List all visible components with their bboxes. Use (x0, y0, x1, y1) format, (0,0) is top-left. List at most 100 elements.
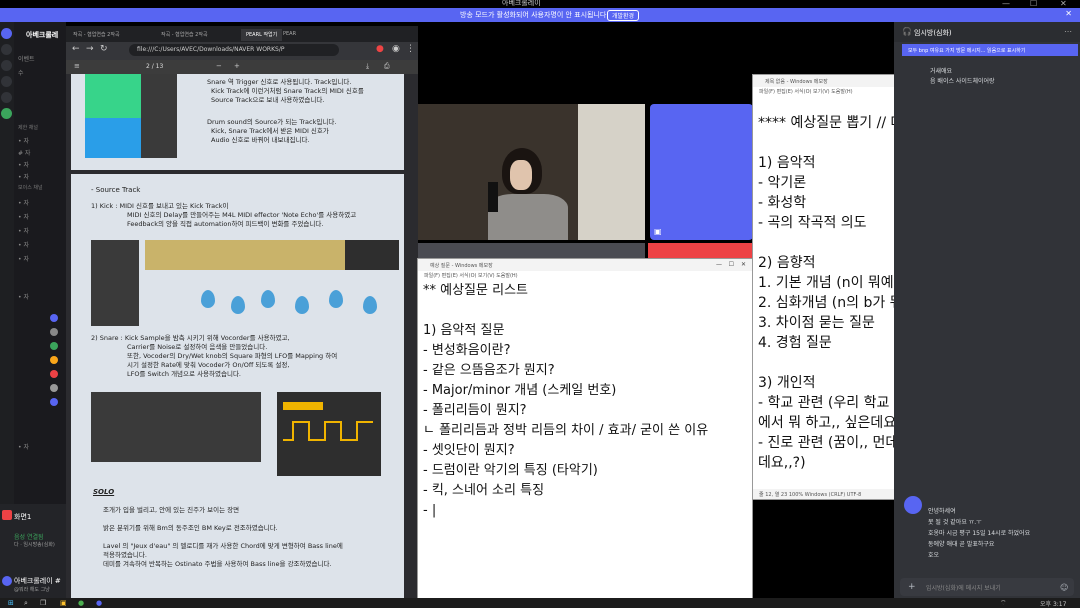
screen-share-icon[interactable] (2, 510, 12, 520)
server-icon[interactable] (1, 76, 12, 87)
body-text: 2) Snare : Kick Sample을 밤측 시키기 위해 Vocord… (91, 334, 290, 342)
reload-icon[interactable]: ↻ (100, 44, 108, 54)
chat-message: 동에양 애대 곧 발표하구요 (928, 541, 995, 548)
zoom-out-icon[interactable]: − (216, 62, 222, 70)
task-view-icon[interactable]: ❐ (40, 599, 46, 607)
user-avatar[interactable] (50, 384, 58, 392)
clock[interactable]: 오후 3:17 (1040, 599, 1066, 608)
maximize-button[interactable]: ☐ (729, 261, 734, 268)
search-icon[interactable]: ⌕ (24, 599, 28, 608)
message-input[interactable]: 임시방(심화)에 메시지 보내기 (900, 578, 1074, 596)
section-heading: - Source Track (91, 186, 141, 194)
channel-item[interactable]: • 자 (18, 442, 29, 451)
url-field[interactable]: file:///C:/Users/AVEC/Downloads/NAVER WO… (129, 44, 339, 56)
body-text: 밝은 분위기를 위해 Bm의 동주조인 BM Key로 전조하였습니다. (103, 524, 278, 532)
user-avatar[interactable] (50, 314, 58, 322)
user-name[interactable]: 아베크롤레이 # (14, 576, 61, 586)
automation-lane-image (145, 240, 345, 270)
browser-tab[interactable]: PEAR (278, 29, 301, 41)
minimize-button[interactable]: — (1002, 0, 1010, 8)
profile-icon[interactable]: ◉ (392, 44, 400, 54)
square-wave-icon (283, 421, 373, 441)
browser-tab[interactable]: PEARL 작업기 (241, 29, 283, 41)
body-text: 1) Kick : MIDI 신호를 보내고 있는 Kick Track이 (91, 202, 229, 210)
channel-item[interactable]: • 자 (18, 212, 29, 221)
server-icon[interactable] (1, 92, 12, 103)
emoji-icon[interactable]: ☺ (1060, 583, 1068, 592)
browser-icon[interactable]: ● (78, 599, 84, 607)
forward-icon[interactable]: → (86, 44, 94, 54)
window-title: 예상 질문 - Windows 메모장 (418, 259, 752, 271)
user-status: @뭐라 해도 그냥 (14, 587, 50, 593)
print-icon[interactable]: ⎙ (384, 62, 390, 71)
zoom-in-icon[interactable]: + (234, 62, 240, 70)
channel-item[interactable]: • 자 (18, 292, 29, 301)
extension-icon[interactable]: ● (376, 44, 384, 54)
notepad-text-area[interactable]: ** 예상질문 리스트 1) 음악적 질문 - 변성화음이란? - 같은 으뜸음… (423, 281, 749, 521)
close-button[interactable]: ✕ (741, 261, 746, 268)
channel-item[interactable]: # 자 (18, 148, 30, 157)
discord-home-icon[interactable] (1, 28, 12, 39)
chat-message: 안녕하세여 (928, 508, 956, 515)
voice-channel: 다 · 임시방송(심화) (14, 542, 55, 548)
text-line: - | (423, 503, 437, 518)
network-icon[interactable]: ⌔ (1000, 599, 1007, 608)
browser-tab[interactable]: 작곡 - 협업연습 2작곡 (156, 29, 213, 41)
user-avatar[interactable] (50, 398, 58, 406)
menu-icon[interactable]: ⋮ (406, 44, 415, 54)
channel-item[interactable]: • 자 (18, 254, 29, 263)
body-text: Carrier를 Noise로 설정하여 음색을 만들었습니다. (127, 343, 268, 351)
close-button[interactable]: ✕ (1060, 0, 1067, 8)
back-icon[interactable]: ← (72, 44, 80, 54)
file-explorer-icon[interactable]: ▣ (60, 599, 67, 607)
text-line: 1) 음악적 질문 (423, 323, 505, 338)
channel-item[interactable]: • 자 (18, 226, 29, 235)
self-avatar[interactable] (2, 576, 12, 586)
channel-item[interactable]: • 자 (18, 172, 29, 181)
webcam-video-tile[interactable] (418, 104, 645, 240)
participant-tile[interactable]: ▣ (650, 104, 753, 240)
user-avatar[interactable] (50, 356, 58, 364)
minimize-button[interactable]: — (716, 261, 722, 268)
channel-item[interactable]: • 자 (18, 136, 29, 145)
unread-banner[interactable]: 모두 bnp 여유요 가지 방문 메시지... 읽음으로 표시하기 (902, 44, 1078, 56)
user-avatar[interactable] (50, 342, 58, 350)
channel-item[interactable]: • 자 (18, 198, 29, 207)
notice-button[interactable]: 개발환경 (607, 10, 640, 21)
add-attachment-icon[interactable]: + (908, 582, 916, 592)
server-icon[interactable] (1, 60, 12, 71)
pdf-page: Snare 역 Trigger 신호로 사용됩니다. Track입니다. Kic… (71, 74, 404, 170)
user-avatar[interactable] (50, 328, 58, 336)
channel-item[interactable]: 수 (18, 68, 24, 77)
add-server-icon[interactable] (1, 108, 12, 119)
discord-icon[interactable]: ● (96, 599, 102, 607)
user-avatar[interactable] (904, 496, 922, 514)
server-icon[interactable] (1, 44, 12, 55)
app-title: 아베크롤레이 (502, 0, 541, 7)
start-icon[interactable]: ⊞ (8, 599, 14, 607)
more-icon[interactable]: ⋯ (1064, 27, 1072, 36)
browser-tab[interactable]: 작곡 - 협업연습 2작곡 (68, 29, 125, 41)
channel-item[interactable]: • 자 (18, 240, 29, 249)
lfo-device-image (277, 392, 381, 476)
channel-group[interactable]: 보이스 채널 (18, 184, 43, 191)
download-icon[interactable]: ⤓ (366, 62, 369, 71)
notepad-window: 예상 질문 - Windows 메모장 — ☐ ✕ 파일(F) 편집(E) 서식… (417, 258, 753, 600)
server-name[interactable]: 아베크롤레 (26, 30, 58, 40)
chat-header: 임시방(심화) (894, 22, 1080, 42)
page-indicator[interactable]: 2 / 13 (146, 63, 163, 70)
ableton-track-panel (141, 74, 177, 158)
body-text: 또한, Vocoder의 Dry/Wet knob의 Square 파형의 LF… (127, 352, 338, 360)
pdf-page: - Source Track 1) Kick : MIDI 신호를 보내고 있는… (71, 174, 404, 608)
user-avatar[interactable] (50, 370, 58, 378)
close-icon[interactable]: ✕ (1065, 9, 1072, 18)
text-line: - 폴리리듬이 뭔지? (423, 403, 527, 418)
channel-item[interactable]: • 자 (18, 160, 29, 169)
channel-group[interactable]: 제한 채널 (18, 124, 38, 131)
voice-status[interactable]: 음성 연결됨 (14, 532, 44, 541)
maximize-button[interactable]: ☐ (1030, 0, 1037, 8)
voice-channel-title[interactable]: 임시방(심화) (914, 29, 952, 37)
sidebar-toggle-icon[interactable]: ≡ (74, 62, 80, 70)
menu-bar[interactable]: 파일(F) 편집(E) 서식(O) 보기(V) 도움말(H) (418, 271, 752, 281)
channel-item[interactable]: 이벤트 (18, 54, 35, 63)
